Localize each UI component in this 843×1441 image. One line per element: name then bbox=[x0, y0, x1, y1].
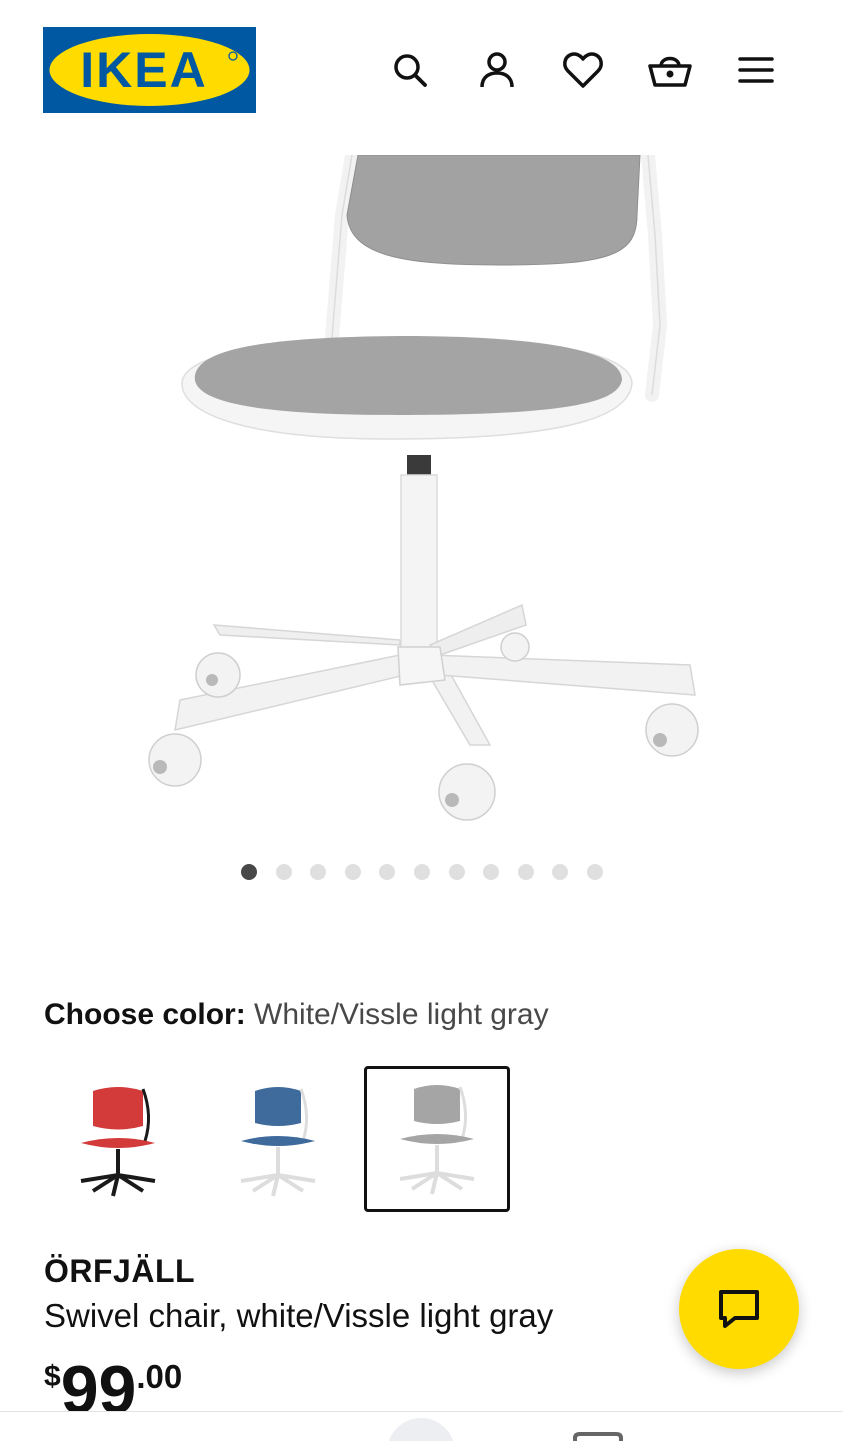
cart-icon[interactable] bbox=[646, 45, 694, 95]
carousel-dots[interactable] bbox=[0, 864, 843, 882]
bottom-bar-button[interactable] bbox=[387, 1418, 455, 1441]
header: IKEA bbox=[0, 0, 843, 140]
carousel-dot[interactable] bbox=[483, 864, 500, 880]
color-swatch-light-gray[interactable] bbox=[364, 1066, 510, 1212]
chat-button[interactable] bbox=[679, 1249, 799, 1369]
color-swatch-blue[interactable] bbox=[204, 1067, 352, 1215]
carousel-dot[interactable] bbox=[275, 864, 292, 880]
price-currency: $ bbox=[44, 1360, 61, 1393]
carousel-dot[interactable] bbox=[241, 864, 257, 880]
heart-icon[interactable] bbox=[559, 45, 607, 95]
menu-icon[interactable] bbox=[732, 45, 780, 95]
color-label-title: Choose color: bbox=[44, 998, 246, 1031]
bottom-bar bbox=[0, 1411, 843, 1441]
color-swatch-red[interactable] bbox=[44, 1067, 192, 1215]
color-chooser-label: Choose color: White/Vissle light gray bbox=[44, 996, 549, 1034]
ikea-logo[interactable]: IKEA bbox=[43, 27, 256, 113]
product-image[interactable] bbox=[0, 155, 843, 835]
carousel-dot[interactable] bbox=[379, 864, 396, 880]
search-icon[interactable] bbox=[386, 45, 434, 95]
carousel-dot[interactable] bbox=[310, 864, 327, 880]
chat-icon bbox=[719, 1290, 759, 1328]
carousel-dot[interactable] bbox=[517, 864, 534, 880]
color-label-value: White/Vissle light gray bbox=[254, 998, 549, 1031]
carousel-dot[interactable] bbox=[552, 864, 569, 880]
product-name: ÖRFJÄLL bbox=[44, 1253, 196, 1289]
account-icon[interactable] bbox=[473, 45, 521, 95]
product-description: Swivel chair, white/Vissle light gray bbox=[44, 1297, 554, 1334]
carousel-dot[interactable] bbox=[587, 864, 603, 880]
svg-text:IKEA: IKEA bbox=[80, 42, 207, 98]
carousel-dot[interactable] bbox=[344, 864, 361, 880]
price-decimal: .00 bbox=[136, 1358, 183, 1395]
carousel-dot[interactable] bbox=[414, 864, 430, 880]
carousel-dot[interactable] bbox=[448, 864, 465, 880]
